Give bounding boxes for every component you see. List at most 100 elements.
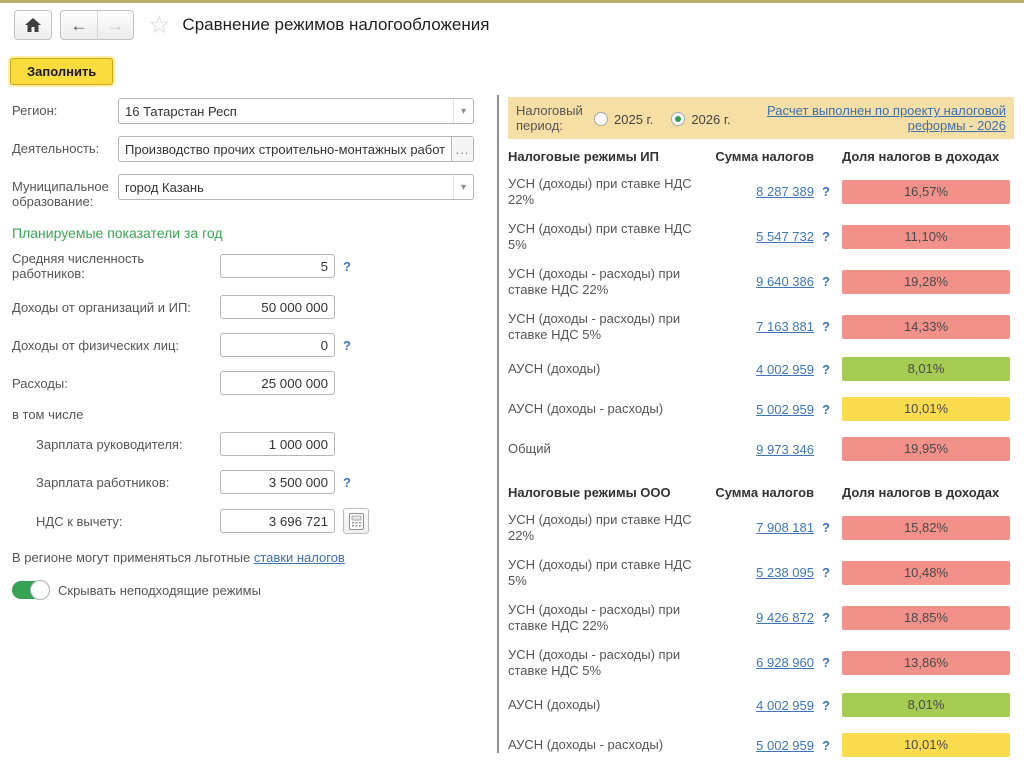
ooo-regimes-table: Налоговые режимы ООО Сумма налогов Доля … (508, 485, 1014, 761)
expenses-label: Расходы: (12, 376, 220, 391)
ellipsis-picker-icon[interactable]: ... (451, 137, 473, 161)
radio-icon[interactable] (594, 112, 608, 126)
table-row: УСН (доходы) при ставке НДС 5% 5 238 095… (508, 550, 1014, 595)
tax-sum-link[interactable]: 9 973 346 (702, 442, 814, 457)
radio-2025[interactable]: 2025 г. (594, 105, 653, 133)
tax-sum-link[interactable]: 9 426 872 (702, 610, 814, 625)
radio-2026-label: 2026 г. (691, 112, 730, 127)
help-icon[interactable]: ? (818, 274, 834, 289)
favorite-star-icon[interactable]: ☆ (148, 13, 170, 38)
forward-button[interactable]: → (97, 10, 134, 40)
regime-name: УСН (доходы) при ставке НДС 22% (508, 176, 696, 208)
help-icon[interactable]: ? (818, 362, 834, 377)
table-row: АУСН (доходы - расходы) 5 002 959 ? 10,0… (508, 725, 1014, 761)
regime-name: УСН (доходы - расходы) при ставке НДС 5% (508, 647, 696, 679)
expenses-row: Расходы: (12, 371, 486, 395)
chevron-down-icon[interactable]: ▾ (453, 99, 473, 123)
including-label: в том числе (12, 407, 486, 422)
regime-name: АУСН (доходы) (508, 361, 696, 377)
help-icon[interactable]: ? (818, 610, 834, 625)
col-tax-sum: Сумма налогов (702, 149, 814, 165)
help-icon[interactable]: ? (818, 698, 834, 713)
panel-divider (497, 95, 499, 753)
activity-field[interactable]: Производство прочих строительно-монтажны… (118, 136, 474, 162)
headcount-input[interactable] (220, 254, 335, 278)
director-salary-label: Зарплата руководителя: (12, 437, 220, 452)
col-spacer (818, 149, 834, 165)
help-icon[interactable]: ? (343, 259, 355, 274)
home-button[interactable] (14, 10, 52, 40)
headcount-label: Средняя численность работников: (12, 251, 220, 281)
individual-income-label: Доходы от физических лиц: (12, 338, 220, 353)
ip-regimes-table: Налоговые режимы ИП Сумма налогов Доля н… (508, 149, 1014, 469)
municipality-row: Муниципальное образование: город Казань … (12, 174, 486, 209)
municipality-select[interactable]: город Казань ▾ (118, 174, 474, 200)
col-tax-sum: Сумма налогов (702, 485, 814, 501)
calculator-button[interactable] (343, 508, 369, 534)
benefit-rates-line: В регионе могут применяться льготные ста… (12, 550, 486, 565)
tax-sum-link[interactable]: 5 002 959 (702, 738, 814, 753)
staff-salary-input[interactable] (220, 470, 335, 494)
help-icon[interactable]: ? (343, 338, 355, 353)
regime-name: УСН (доходы - расходы) при ставке НДС 22… (508, 266, 696, 298)
share-badge: 8,01% (842, 693, 1010, 717)
back-button[interactable]: ← (60, 10, 97, 40)
help-icon[interactable]: ? (343, 475, 355, 490)
forward-arrow-icon: → (107, 17, 124, 34)
page-title: Сравнение режимов налогообложения (182, 15, 489, 35)
org-income-input[interactable] (220, 295, 335, 319)
tax-sum-link[interactable]: 4 002 959 (702, 698, 814, 713)
table-row: АУСН (доходы) 4 002 959 ? 8,01% (508, 685, 1014, 725)
table-row: УСН (доходы - расходы) при ставке НДС 22… (508, 595, 1014, 640)
staff-salary-row: Зарплата работников: ? (12, 470, 486, 494)
tax-period-options: 2025 г. 2026 г. (594, 103, 731, 133)
hide-regimes-label: Скрывать неподходящие режимы (58, 583, 261, 598)
help-icon[interactable]: ? (818, 520, 834, 535)
help-icon[interactable]: ? (818, 184, 834, 199)
help-icon[interactable]: ? (818, 319, 834, 334)
help-icon[interactable]: ? (818, 565, 834, 580)
tax-sum-link[interactable]: 7 908 181 (702, 520, 814, 535)
regime-name: Общий (508, 441, 696, 457)
individual-income-input[interactable] (220, 333, 335, 357)
app-window: ← → ☆ Сравнение режимов налогообложения … (0, 0, 1024, 761)
headcount-row: Средняя численность работников: ? (12, 251, 486, 281)
tax-sum-link[interactable]: 5 547 732 (702, 229, 814, 244)
col-share: Доля налогов в доходах (842, 485, 1010, 501)
regime-name: УСН (доходы) при ставке НДС 22% (508, 512, 696, 544)
help-icon[interactable]: ? (818, 655, 834, 670)
share-badge: 10,48% (842, 561, 1010, 585)
nav-history-group: ← → (60, 10, 134, 40)
region-select[interactable]: 16 Татарстан Респ ▾ (118, 98, 474, 124)
help-icon[interactable]: ? (818, 738, 834, 753)
radio-2026[interactable]: 2026 г. (671, 105, 730, 133)
tax-sum-link[interactable]: 4 002 959 (702, 362, 814, 377)
vat-deduction-label: НДС к вычету: (12, 514, 220, 529)
help-icon[interactable]: ? (818, 229, 834, 244)
tax-sum-link[interactable]: 5 238 095 (702, 565, 814, 580)
ooo-table-header: Налоговые режимы ООО Сумма налогов Доля … (508, 485, 1014, 501)
share-badge: 11,10% (842, 225, 1010, 249)
tax-period-label: Налоговый период: (516, 103, 588, 133)
fill-button[interactable]: Заполнить (10, 58, 113, 85)
benefit-rates-link[interactable]: ставки налогов (254, 550, 345, 565)
tax-sum-link[interactable]: 7 163 881 (702, 319, 814, 334)
tax-sum-link[interactable]: 5 002 959 (702, 402, 814, 417)
hide-regimes-toggle[interactable] (12, 581, 48, 599)
director-salary-input[interactable] (220, 432, 335, 456)
chevron-down-icon[interactable]: ▾ (453, 175, 473, 199)
region-value: 16 Татарстан Респ (119, 104, 453, 119)
tax-sum-link[interactable]: 6 928 960 (702, 655, 814, 670)
expenses-input[interactable] (220, 371, 335, 395)
reform-project-link[interactable]: Расчет выполнен по проекту налоговой реф… (754, 103, 1006, 133)
municipality-label: Муниципальное образование: (12, 174, 118, 209)
share-badge: 19,95% (842, 437, 1010, 461)
tax-sum-link[interactable]: 9 640 386 (702, 274, 814, 289)
planned-indicators-heading: Планируемые показатели за год (12, 225, 486, 241)
help-icon[interactable]: ? (818, 402, 834, 417)
tax-sum-link[interactable]: 8 287 389 (702, 184, 814, 199)
benefit-rates-text: В регионе могут применяться льготные (12, 550, 254, 565)
vat-deduction-input[interactable] (220, 509, 335, 533)
radio-icon[interactable] (671, 112, 685, 126)
vat-deduction-row: НДС к вычету: (12, 508, 486, 534)
